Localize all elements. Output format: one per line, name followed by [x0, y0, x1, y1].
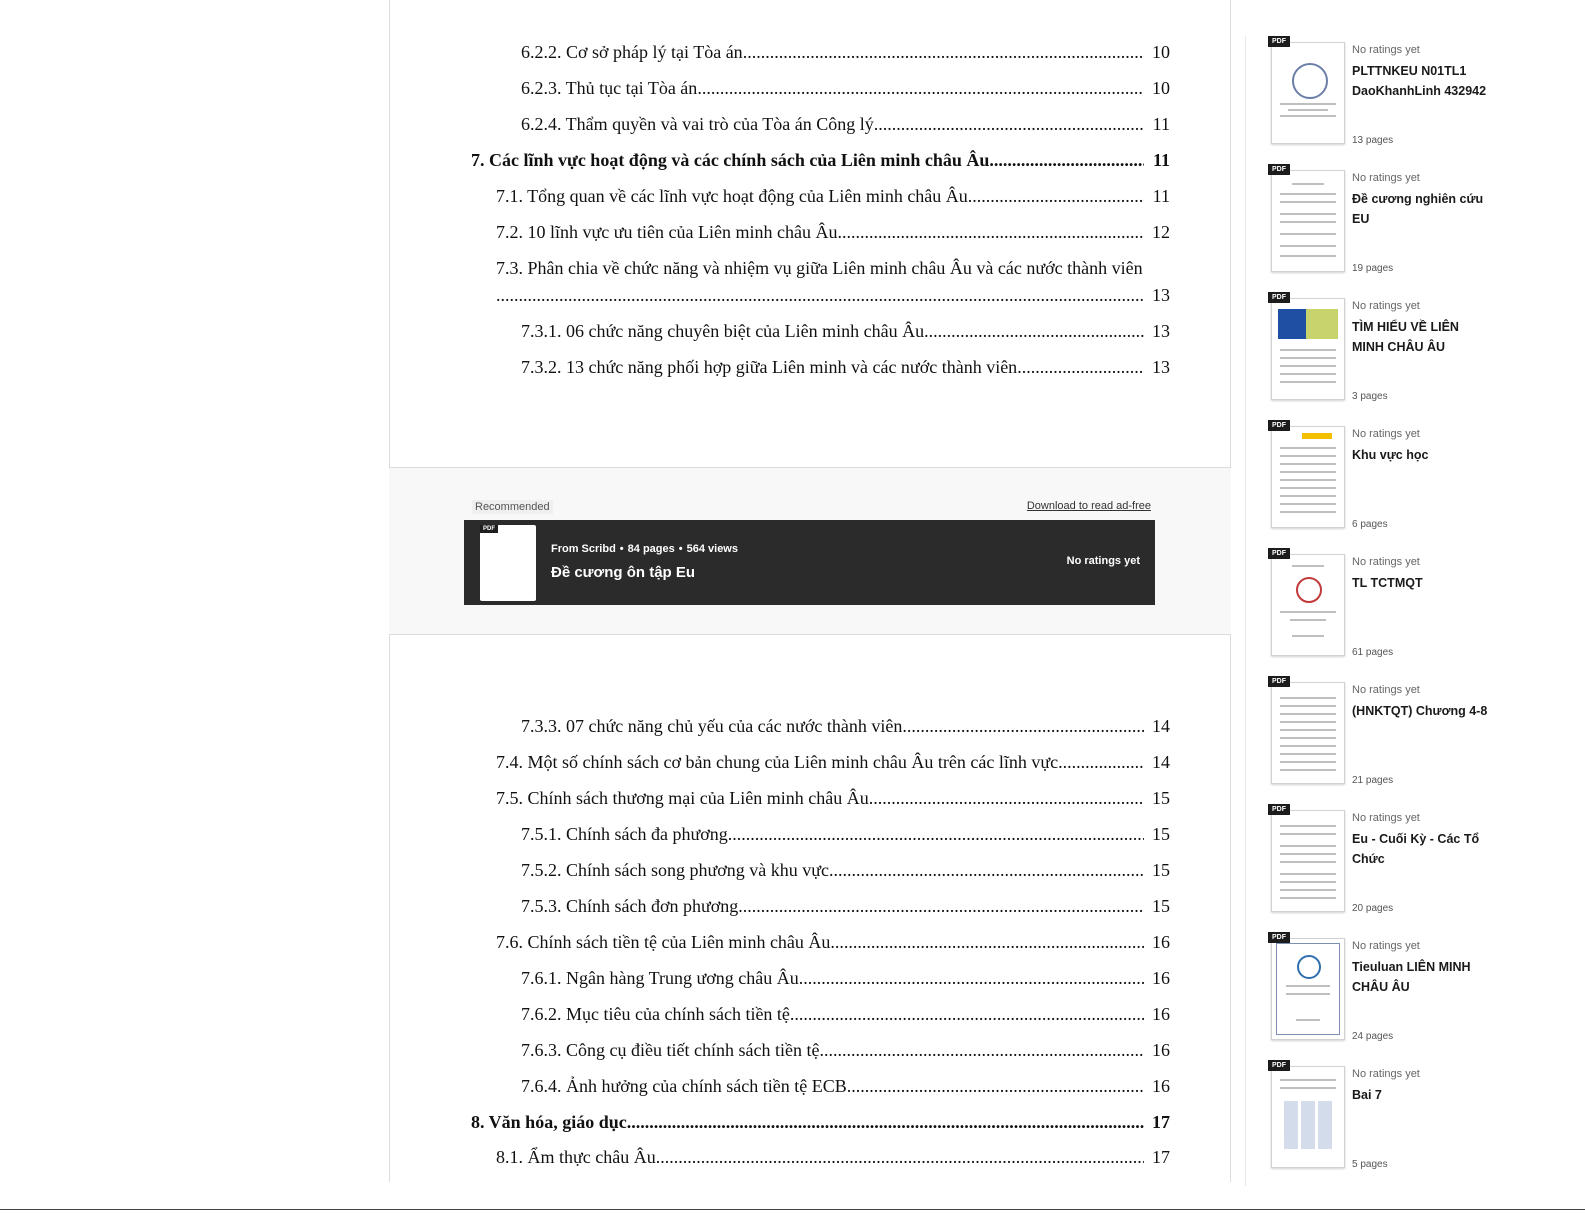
rating-text: No ratings yet — [1352, 44, 1420, 56]
toc-entry[interactable]: 7.3.3. 07 chức năng chủ yếu của các nước… — [521, 715, 1170, 737]
rating-text: No ratings yet — [1352, 1068, 1420, 1080]
pdf-badge: PDF — [1268, 548, 1290, 559]
recommended-document-card[interactable]: PDF From Scribd • 84 pages • 564 views Đề cư… — [464, 520, 1155, 605]
toc-entry[interactable]: 7.5. Chính sách thương mại của Liên minh… — [496, 787, 1170, 809]
document-thumbnail[interactable] — [1271, 554, 1345, 656]
document-title[interactable]: Bai 7 — [1352, 1085, 1492, 1105]
seal-graphic — [1296, 577, 1322, 603]
toc-entry[interactable]: 7. Các lĩnh vực hoạt động và các chính s… — [471, 149, 1170, 171]
related-document-card[interactable]: PDF No ratings yet Eu - Cuối Kỳ - Các Tổ… — [1268, 804, 1538, 924]
pdf-badge: PDF — [1268, 932, 1290, 943]
toc-entry[interactable]: 7.6.1. Ngân hàng Trung ương châu Âu16 — [521, 967, 1170, 989]
document-thumbnail[interactable] — [1271, 298, 1345, 400]
document-title[interactable]: TÌM HIỂU VỀ LIÊN MINH CHÂU ÂU — [1352, 317, 1492, 357]
toc-entry[interactable]: 6.2.4. Thẩm quyền và vai trò của Tòa án … — [521, 113, 1170, 135]
document-page: 6.2.2. Cơ sở pháp lý tại Tòa án10 6.2.3.… — [389, 0, 1231, 468]
toc-entry[interactable]: 7.5.2. Chính sách song phương và khu vực… — [521, 859, 1170, 881]
document-thumbnail[interactable] — [480, 525, 536, 601]
related-document-card[interactable]: PDF No ratings yet Bai 7 5 pages — [1268, 1060, 1538, 1180]
pdf-badge: PDF — [1268, 36, 1290, 47]
pdf-badge: PDF — [480, 525, 498, 533]
download-ad-free-link[interactable]: Download to read ad-free — [1027, 500, 1151, 512]
document-thumbnail[interactable] — [1271, 42, 1345, 144]
map-graphic — [1306, 309, 1338, 339]
document-title[interactable]: PLTTNKEU N01TL1 DaoKhanhLinh 432942 — [1352, 61, 1492, 101]
document-title[interactable]: Đề cương ôn tập Eu — [551, 564, 695, 581]
toc-entry[interactable]: 7.6.2. Mục tiêu của chính sách tiền tệ16 — [521, 1003, 1170, 1025]
document-title[interactable]: (HNKTQT) Chương 4-8 — [1352, 701, 1492, 721]
document-title[interactable]: Đề cương nghiên cứu EU — [1352, 189, 1492, 229]
related-documents-sidebar: PDF No ratings yet PLTTNKEU N01TL1 DaoKh… — [1245, 36, 1546, 1186]
bottom-divider — [0, 1209, 1585, 1210]
toc-entry[interactable]: 7.5.3. Chính sách đơn phương15 — [521, 895, 1170, 917]
seal-graphic — [1297, 955, 1321, 979]
related-document-card[interactable]: PDF No ratings yet Đề cương nghiên cứu E… — [1268, 164, 1538, 284]
figure-grid-graphic — [1284, 1101, 1332, 1149]
rating-text: No ratings yet — [1066, 555, 1140, 567]
toc-entry[interactable]: 7.3.2. 13 chức năng phối hợp giữa Liên m… — [521, 356, 1170, 378]
page-count: 19 pages — [1352, 263, 1394, 274]
rating-text: No ratings yet — [1352, 684, 1420, 696]
toc-entry[interactable]: 13 — [496, 284, 1170, 306]
highlight-graphic — [1302, 433, 1332, 439]
document-thumbnail[interactable] — [1271, 1066, 1345, 1168]
document-thumbnail[interactable] — [1271, 426, 1345, 528]
document-thumbnail[interactable] — [1271, 938, 1345, 1040]
page-count: 21 pages — [1352, 775, 1394, 786]
toc-entry[interactable]: 8. Văn hóa, giáo dục17 — [471, 1111, 1170, 1133]
toc-entry[interactable]: 6.2.3. Thủ tục tại Tòa án10 — [521, 77, 1170, 99]
toc-entry[interactable]: 7.6.3. Công cụ điều tiết chính sách tiền… — [521, 1039, 1170, 1061]
page-count: 3 pages — [1352, 391, 1388, 402]
toc-entry-text[interactable]: 7.3. Phân chia về chức năng và nhiệm vụ … — [496, 257, 1170, 279]
pdf-badge: PDF — [1268, 804, 1290, 815]
pdf-badge: PDF — [1268, 1060, 1290, 1071]
toc-entry[interactable]: 8.1. Ẩm thực châu Âu17 — [496, 1146, 1170, 1168]
rating-text: No ratings yet — [1352, 428, 1420, 440]
related-document-card[interactable]: PDF No ratings yet (HNKTQT) Chương 4-8 2… — [1268, 676, 1538, 796]
document-title[interactable]: Eu - Cuối Kỳ - Các Tổ Chức — [1352, 829, 1492, 869]
recommended-section: Recommended Download to read ad-free PDF… — [389, 468, 1231, 634]
toc-entry[interactable]: 7.2. 10 lĩnh vực ưu tiên của Liên minh c… — [496, 221, 1170, 243]
recommended-label: Recommended — [472, 500, 553, 514]
document-thumbnail[interactable] — [1271, 810, 1345, 912]
rating-text: No ratings yet — [1352, 940, 1420, 952]
toc-entry[interactable]: 7.5.1. Chính sách đa phương15 — [521, 823, 1170, 845]
page-count: 20 pages — [1352, 903, 1394, 914]
document-title[interactable]: TL TCTMQT — [1352, 573, 1492, 593]
toc-entry[interactable]: 7.3.1. 06 chức năng chuyên biệt của Liên… — [521, 320, 1170, 342]
document-title[interactable]: Tieuluan LIÊN MINH CHÂU ÂU — [1352, 957, 1492, 997]
page-count: 5 pages — [1352, 1159, 1388, 1170]
document-meta: From Scribd • 84 pages • 564 views — [551, 543, 738, 555]
related-document-card[interactable]: PDF No ratings yet TL TCTMQT 61 pages — [1268, 548, 1538, 668]
pdf-badge: PDF — [1268, 676, 1290, 687]
page-count: 24 pages — [1352, 1031, 1394, 1042]
document-page: 7.3.3. 07 chức năng chủ yếu của các nước… — [389, 634, 1231, 1182]
toc-entry[interactable]: 7.1. Tổng quan về các lĩnh vực hoạt động… — [496, 185, 1170, 207]
pdf-badge: PDF — [1268, 292, 1290, 303]
rating-text: No ratings yet — [1352, 300, 1420, 312]
toc-entry[interactable]: 6.2.2. Cơ sở pháp lý tại Tòa án10 — [521, 41, 1170, 63]
page-count: 13 pages — [1352, 135, 1394, 146]
toc-entry[interactable]: 7.6.4. Ảnh hưởng của chính sách tiền tệ … — [521, 1075, 1170, 1097]
document-thumbnail[interactable] — [1271, 682, 1345, 784]
page-count: 6 pages — [1352, 519, 1388, 530]
related-document-card[interactable]: PDF No ratings yet Tieuluan LIÊN MINH CH… — [1268, 932, 1538, 1052]
rating-text: No ratings yet — [1352, 556, 1420, 568]
rating-text: No ratings yet — [1352, 812, 1420, 824]
pdf-badge: PDF — [1268, 420, 1290, 431]
document-viewer: 6.2.2. Cơ sở pháp lý tại Tòa án10 6.2.3.… — [389, 0, 1231, 1182]
page-count: 61 pages — [1352, 647, 1394, 658]
document-title[interactable]: Khu vực học — [1352, 445, 1492, 465]
toc-entry[interactable]: 7.4. Một số chính sách cơ bản chung của … — [496, 751, 1170, 773]
rating-text: No ratings yet — [1352, 172, 1420, 184]
related-document-card[interactable]: PDF No ratings yet TÌM HIỂU VỀ LIÊN MINH… — [1268, 292, 1538, 412]
pdf-badge: PDF — [1268, 164, 1290, 175]
toc-entry[interactable]: 7.6. Chính sách tiền tệ của Liên minh ch… — [496, 931, 1170, 953]
document-thumbnail[interactable] — [1271, 170, 1345, 272]
related-document-card[interactable]: PDF No ratings yet PLTTNKEU N01TL1 DaoKh… — [1268, 36, 1538, 156]
related-document-card[interactable]: PDF No ratings yet Khu vực học 6 pages — [1268, 420, 1538, 540]
seal-graphic — [1292, 63, 1328, 99]
